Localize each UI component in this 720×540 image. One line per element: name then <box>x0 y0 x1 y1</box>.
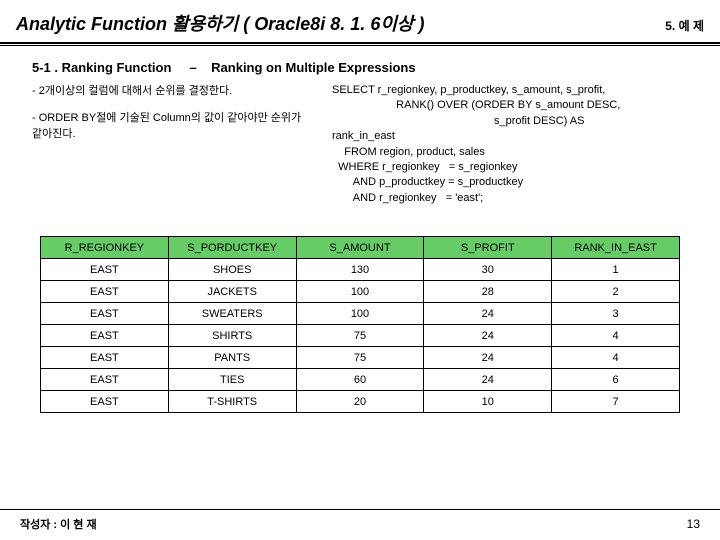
bullet-2: - ORDER BY절에 기술된 Column의 값이 같아야만 순위가 같아진… <box>32 110 312 143</box>
table-cell: 24 <box>424 303 552 325</box>
table-cell: EAST <box>41 325 169 347</box>
subheading-left: 5-1 . Ranking Function <box>32 60 171 75</box>
table-cell: 3 <box>552 303 680 325</box>
table-cell: PANTS <box>168 347 296 369</box>
table-row: EASTSHIRTS75244 <box>41 325 680 347</box>
table-cell: JACKETS <box>168 281 296 303</box>
table-cell: 75 <box>296 347 424 369</box>
table-row: EASTSWEATERS100243 <box>41 303 680 325</box>
col-header: S_PORDUCTKEY <box>168 237 296 259</box>
description-column: - 2개이상의 컬럼에 대해서 순위를 결정한다. - ORDER BY절에 기… <box>32 83 312 206</box>
table-cell: EAST <box>41 259 169 281</box>
result-table: R_REGIONKEY S_PORDUCTKEY S_AMOUNT S_PROF… <box>40 236 680 413</box>
table-cell: SHOES <box>168 259 296 281</box>
table-cell: 4 <box>552 347 680 369</box>
subheading-right: Ranking on Multiple Expressions <box>211 60 415 75</box>
table-cell: 2 <box>552 281 680 303</box>
table-cell: SHIRTS <box>168 325 296 347</box>
bullet-1: - 2개이상의 컬럼에 대해서 순위를 결정한다. <box>32 83 312 100</box>
col-header: RANK_IN_EAST <box>552 237 680 259</box>
table-cell: 28 <box>424 281 552 303</box>
divider-thin <box>0 45 720 46</box>
table-row: EASTTIES60246 <box>41 369 680 391</box>
page-title: Analytic Function 활용하기 ( Oracle8i 8. 1. … <box>16 10 424 36</box>
table-cell: 24 <box>424 347 552 369</box>
table-cell: 130 <box>296 259 424 281</box>
table-row: EASTPANTS75244 <box>41 347 680 369</box>
col-header: S_PROFIT <box>424 237 552 259</box>
table-cell: 24 <box>424 325 552 347</box>
table-cell: EAST <box>41 347 169 369</box>
table-cell: 30 <box>424 259 552 281</box>
table-cell: EAST <box>41 369 169 391</box>
sql-block: SELECT r_regionkey, p_productkey, s_amou… <box>332 83 704 206</box>
table-cell: 4 <box>552 325 680 347</box>
table-row: EASTT-SHIRTS20107 <box>41 391 680 413</box>
subheading: 5-1 . Ranking Function – Ranking on Mult… <box>0 56 720 83</box>
table-row: EASTSHOES130301 <box>41 259 680 281</box>
table-cell: EAST <box>41 303 169 325</box>
section-label: 5. 예 제 <box>665 17 704 34</box>
table-cell: 60 <box>296 369 424 391</box>
table-cell: 24 <box>424 369 552 391</box>
table-cell: 20 <box>296 391 424 413</box>
table-cell: 7 <box>552 391 680 413</box>
col-header: S_AMOUNT <box>296 237 424 259</box>
table-cell: EAST <box>41 391 169 413</box>
divider-thick <box>0 42 720 44</box>
table-cell: TIES <box>168 369 296 391</box>
table-cell: T-SHIRTS <box>168 391 296 413</box>
subheading-sep: – <box>189 60 196 75</box>
footer-divider <box>0 509 720 510</box>
table-cell: SWEATERS <box>168 303 296 325</box>
author-label: 작성자 : 이 현 재 <box>20 516 97 532</box>
table-cell: 75 <box>296 325 424 347</box>
table-cell: 10 <box>424 391 552 413</box>
page-number: 13 <box>687 517 700 531</box>
table-row: EASTJACKETS100282 <box>41 281 680 303</box>
col-header: R_REGIONKEY <box>41 237 169 259</box>
table-header-row: R_REGIONKEY S_PORDUCTKEY S_AMOUNT S_PROF… <box>41 237 680 259</box>
table-cell: 6 <box>552 369 680 391</box>
table-cell: EAST <box>41 281 169 303</box>
table-cell: 1 <box>552 259 680 281</box>
table-cell: 100 <box>296 281 424 303</box>
table-cell: 100 <box>296 303 424 325</box>
